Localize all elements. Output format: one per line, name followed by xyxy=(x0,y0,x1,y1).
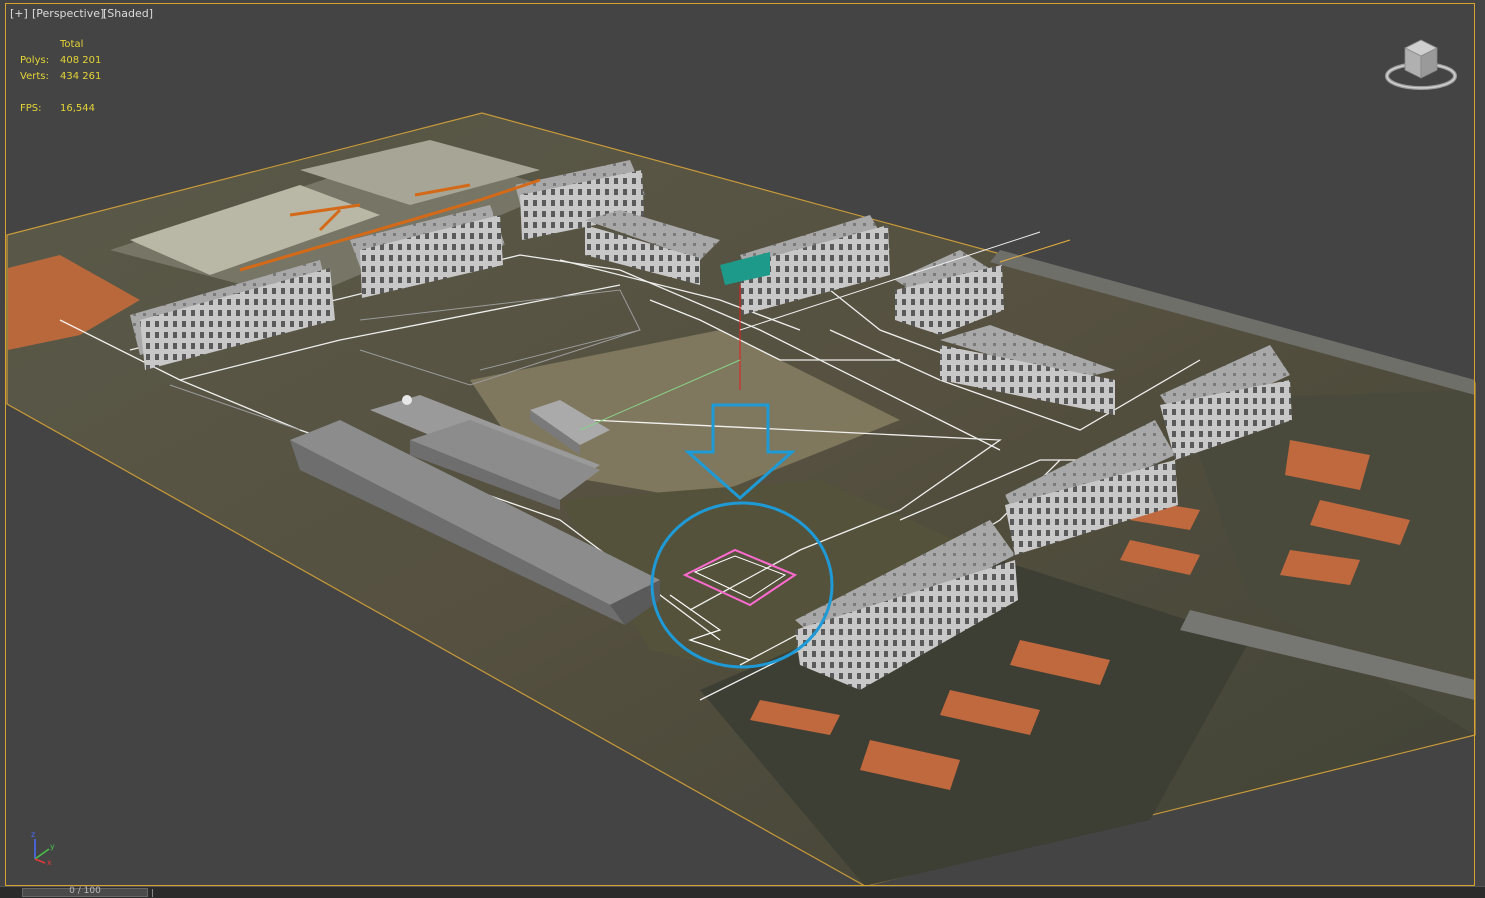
satellite-dish xyxy=(402,395,412,405)
verts-label: Verts: xyxy=(20,71,49,82)
timeline-tick xyxy=(152,889,153,897)
axis-tripod-icon: z y x xyxy=(31,830,55,867)
fps-label: FPS: xyxy=(20,103,42,114)
polys-value: 408 201 xyxy=(60,55,102,66)
time-slider-track xyxy=(0,886,1485,898)
polys-label: Polys: xyxy=(20,55,50,66)
time-slider-label: 0 / 100 xyxy=(69,886,101,896)
time-slider[interactable]: 0 / 100 xyxy=(22,886,148,897)
stats-header: Total xyxy=(60,39,84,50)
viewport-menu-plus[interactable]: [+] xyxy=(10,7,28,20)
viewport-point-of-view-label[interactable]: [Perspective] xyxy=(32,7,104,20)
axis-x-label: x xyxy=(47,858,52,867)
viewcube-icon[interactable] xyxy=(1383,36,1459,96)
scene-render[interactable] xyxy=(0,0,1485,897)
perspective-viewport[interactable]: [+] [Perspective] [Shaded] Total Polys: 4… xyxy=(0,0,1485,897)
fps-value: 16,544 xyxy=(60,103,95,114)
axis-z-label: z xyxy=(31,830,35,839)
statistics-overlay: Total Polys: 408 201 Verts: 434 261 FPS: 16… xyxy=(20,37,140,117)
viewport-shading-label[interactable]: [Shaded] xyxy=(103,7,153,20)
axis-y-label: y xyxy=(50,842,55,851)
verts-value: 434 261 xyxy=(60,71,102,82)
